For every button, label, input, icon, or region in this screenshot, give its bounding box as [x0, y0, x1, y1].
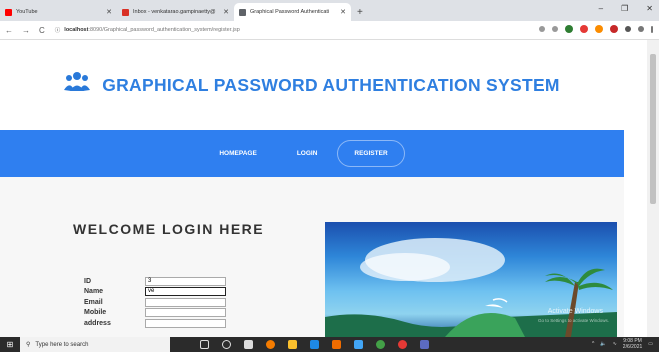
- clock[interactable]: 9:08 PM 2/6/2021: [623, 338, 642, 350]
- taskbar-search[interactable]: ⚲ Type here to search: [20, 337, 170, 352]
- form-row: Email: [84, 297, 226, 307]
- mobile-label: Mobile: [84, 309, 107, 316]
- watermark-subtext: Go to Settings to activate Windows.: [537, 318, 609, 323]
- name-input[interactable]: ve: [145, 287, 226, 296]
- new-tab-button[interactable]: +: [357, 7, 363, 18]
- login-section: WELCOME LOGIN HERE ID 3 Name ve Email Mo…: [0, 177, 624, 337]
- chevron-up-icon[interactable]: ^: [592, 341, 594, 347]
- close-icon[interactable]: ✕: [340, 8, 346, 16]
- back-icon[interactable]: ←: [5, 26, 13, 35]
- extension-icon[interactable]: [610, 25, 618, 33]
- cortana-icon[interactable]: [222, 340, 231, 349]
- chrome-icon[interactable]: [376, 340, 385, 349]
- nav-login[interactable]: LOGIN: [297, 150, 318, 157]
- maximize-button[interactable]: ❐: [621, 4, 628, 13]
- tab-youtube[interactable]: YouTube ✕: [0, 3, 117, 21]
- watermark-text: Activate Windows: [547, 308, 603, 315]
- app-icon[interactable]: [332, 340, 341, 349]
- app-icon[interactable]: [398, 340, 407, 349]
- email-input[interactable]: [145, 297, 226, 307]
- close-icon[interactable]: ✕: [223, 8, 229, 16]
- email-label: Email: [84, 298, 103, 306]
- gmail-icon: [122, 8, 129, 16]
- web-page: GRAPHICAL PASSWORD AUTHENTICATION SYSTEM…: [0, 40, 624, 337]
- main-nav: HOMEPAGE LOGIN REGISTER: [0, 130, 624, 177]
- nav-homepage[interactable]: HOMEPAGE: [219, 150, 256, 157]
- volume-icon[interactable]: 🔈: [600, 341, 606, 347]
- extension-icon[interactable]: [580, 25, 588, 33]
- extensions-bar: [539, 25, 653, 33]
- search-placeholder: Type here to search: [35, 341, 89, 348]
- youtube-icon: [5, 8, 12, 16]
- name-label: Name: [84, 288, 104, 295]
- form-row: Name ve: [84, 287, 226, 297]
- star-icon[interactable]: [552, 26, 558, 32]
- windows-taskbar: ⊞ ⚲ Type here to search ^ 🔈 ∿ 9:08 PM 2/…: [0, 337, 659, 352]
- forward-icon[interactable]: →: [22, 26, 30, 35]
- site-header: GRAPHICAL PASSWORD AUTHENTICATION SYSTEM: [0, 40, 624, 130]
- close-window-button[interactable]: ✕: [646, 4, 653, 13]
- url-path: :8090/Graphical_password_authentication_…: [88, 27, 240, 33]
- reload-icon[interactable]: C: [39, 26, 45, 35]
- tab-title: YouTube: [16, 9, 38, 15]
- store-icon[interactable]: [244, 340, 253, 349]
- file-explorer-icon[interactable]: [288, 340, 297, 349]
- nav-buttons: ← → C: [5, 26, 45, 35]
- minimize-button[interactable]: –: [599, 4, 603, 13]
- url-host: localhost: [64, 27, 89, 33]
- windows-start-icon[interactable]: ⊞: [0, 340, 20, 349]
- site-title: GRAPHICAL PASSWORD AUTHENTICATION SYSTEM: [102, 74, 560, 95]
- url-input[interactable]: ⓘ localhost:8090/Graphical_password_auth…: [55, 23, 485, 37]
- extension-icon[interactable]: [565, 25, 573, 33]
- mobile-input[interactable]: [145, 308, 226, 317]
- page-scrollbar[interactable]: [647, 40, 659, 337]
- id-input[interactable]: 3: [145, 276, 226, 286]
- address-label: address: [84, 319, 111, 327]
- reading-list-icon[interactable]: [638, 26, 644, 32]
- info-icon[interactable]: ⓘ: [55, 26, 61, 34]
- form-row: address: [84, 318, 226, 328]
- page-icon: [239, 8, 246, 16]
- tab-title: Inbox - venkatarao.gampinaetty@: [133, 9, 216, 15]
- id-label: ID: [84, 277, 91, 285]
- tab-graphical-password[interactable]: Graphical Password Authenticati ✕: [234, 3, 351, 21]
- app-icon[interactable]: [420, 340, 429, 349]
- window-controls: – ❐ ✕: [599, 4, 653, 13]
- network-icon[interactable]: ∿: [613, 341, 617, 347]
- users-icon: [64, 71, 91, 100]
- extension-icon[interactable]: [595, 25, 603, 33]
- pinned-apps: [200, 340, 429, 349]
- task-view-icon[interactable]: [200, 340, 209, 349]
- scrollbar-thumb[interactable]: [650, 54, 656, 204]
- clock-date: 2/6/2021: [622, 344, 643, 350]
- tab-gmail[interactable]: Inbox - venkatarao.gampinaetty@ ✕: [117, 3, 234, 21]
- form-row: Mobile: [84, 308, 226, 318]
- tab-title: Graphical Password Authenticati: [250, 9, 330, 15]
- app-icon[interactable]: [354, 340, 363, 349]
- form-row: ID 3: [84, 276, 226, 286]
- puzzle-icon[interactable]: [625, 26, 631, 32]
- firefox-icon[interactable]: [266, 340, 275, 349]
- notifications-icon[interactable]: ▭: [648, 341, 653, 347]
- system-tray: ^ 🔈 ∿ 9:08 PM 2/6/2021 ▭: [592, 338, 653, 350]
- mail-icon[interactable]: [310, 340, 319, 349]
- close-icon[interactable]: ✕: [106, 8, 112, 16]
- tab-strip: YouTube ✕ Inbox - venkatarao.gampinaetty…: [0, 0, 659, 21]
- login-form: ID 3 Name ve Email Mobile address: [84, 276, 226, 329]
- nav-register[interactable]: REGISTER: [337, 140, 405, 167]
- hero-image: Activate Windows Go to Settings to activ…: [325, 222, 617, 337]
- search-icon: ⚲: [26, 342, 31, 348]
- login-heading: WELCOME LOGIN HERE: [73, 221, 265, 237]
- zoom-icon[interactable]: [539, 26, 545, 32]
- address-input[interactable]: [145, 318, 226, 328]
- menu-icon[interactable]: [651, 25, 653, 33]
